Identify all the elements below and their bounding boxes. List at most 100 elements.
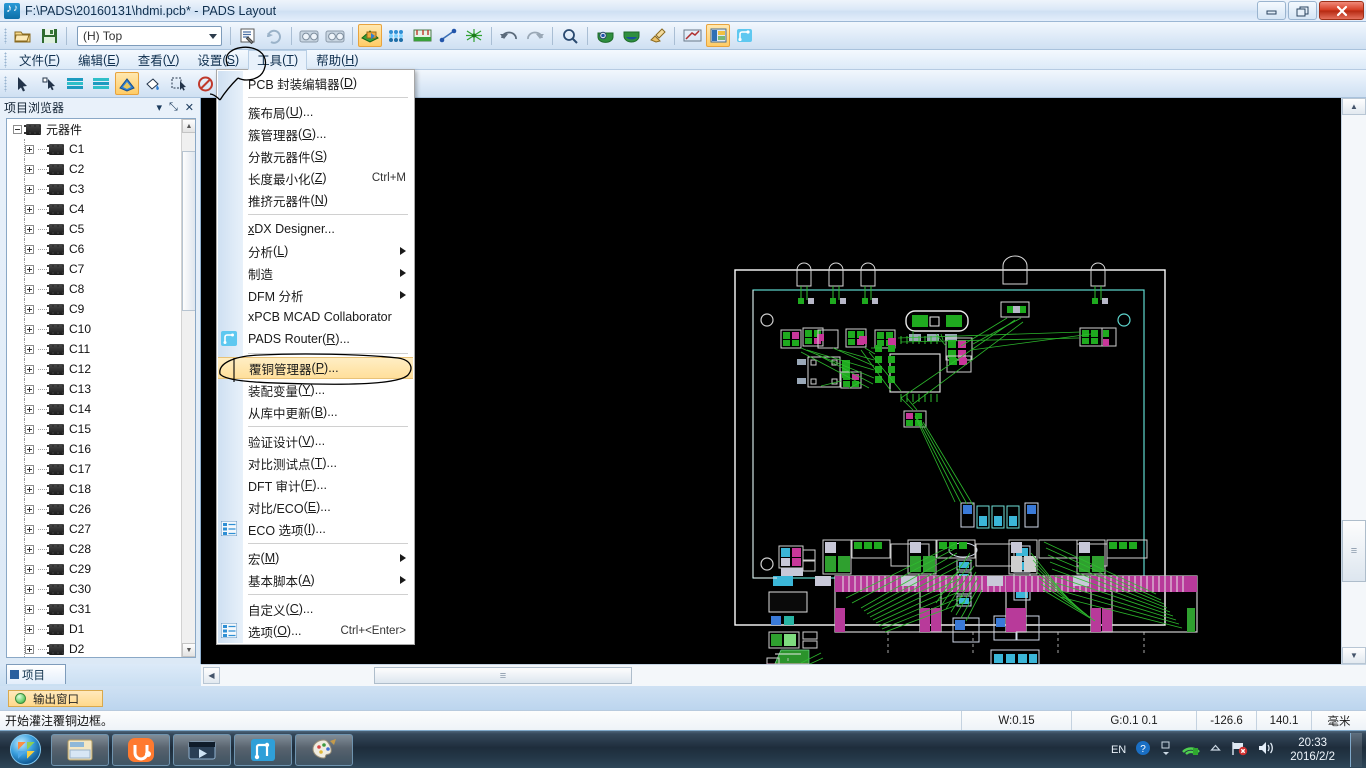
tree-item-c31[interactable]: C31 xyxy=(7,599,195,619)
tree-item-c4[interactable]: C4 xyxy=(7,199,195,219)
tree-item-c18[interactable]: C18 xyxy=(7,479,195,499)
tree-item-c29[interactable]: C29 xyxy=(7,559,195,579)
taskbar-clock[interactable]: 20:33 2016/2/2 xyxy=(1284,736,1341,764)
taskbar-paint[interactable] xyxy=(295,733,353,766)
expand-icon[interactable] xyxy=(25,364,34,374)
flood-fill-icon[interactable] xyxy=(141,72,165,95)
menu-item-item-17[interactable]: 从库中更新 (B)... xyxy=(217,401,414,423)
menu-item-dft[interactable]: DFT 审计 (F)... xyxy=(217,474,414,496)
expand-icon[interactable] xyxy=(25,484,34,494)
menu-help[interactable]: 帮助(H) xyxy=(307,50,367,69)
start-button[interactable] xyxy=(2,733,48,767)
menu-item-item-2[interactable]: 簇布局 (U)... xyxy=(217,101,414,123)
photo-plot-icon[interactable] xyxy=(297,24,321,47)
chevron-down-icon[interactable]: ▾ xyxy=(156,101,162,114)
close-button[interactable] xyxy=(1319,1,1364,20)
tools-dropdown-menu[interactable]: PCB 封装编辑器 (D) 簇布局 (U)... 簇管理器 (G)... 分散元器件 (S) 长… xyxy=(216,69,415,645)
volume-icon[interactable] xyxy=(1257,740,1275,759)
select-arrow-icon[interactable] xyxy=(11,72,35,95)
expand-icon[interactable] xyxy=(25,444,34,454)
menu-item-item-6[interactable]: 推挤元器件 (N) xyxy=(217,189,414,211)
save-file-icon[interactable] xyxy=(37,24,61,47)
taskbar-uc-browser[interactable] xyxy=(112,733,170,766)
undo-icon[interactable] xyxy=(497,24,521,47)
menu-item-item-26[interactable]: 基本脚本 (A) xyxy=(217,569,414,591)
menu-view[interactable]: 查看(V) xyxy=(129,50,189,69)
expand-icon[interactable] xyxy=(25,644,34,654)
highlight-brush-icon[interactable] xyxy=(645,24,669,47)
tree-item-c28[interactable]: C28 xyxy=(7,539,195,559)
menubar-grip[interactable] xyxy=(4,51,7,68)
action-center-icon[interactable] xyxy=(1230,740,1248,759)
scroll-left-button[interactable]: ◀ xyxy=(203,667,220,684)
expand-icon[interactable] xyxy=(25,144,34,154)
menu-setup[interactable]: 设置(S) xyxy=(188,50,248,69)
tree-item-c30[interactable]: C30 xyxy=(7,579,195,599)
expand-icon[interactable] xyxy=(25,204,34,214)
tree-item-c26[interactable]: C26 xyxy=(7,499,195,519)
tree-item-d2[interactable]: D2 xyxy=(7,639,195,657)
expand-icon[interactable] xyxy=(25,544,34,554)
scroll-up-button[interactable]: ▲ xyxy=(1342,98,1366,115)
help-icon[interactable]: ? xyxy=(1135,740,1151,759)
expand-icon[interactable] xyxy=(25,624,34,634)
menu-file[interactable]: 文件(F) xyxy=(10,50,69,69)
tree-item-c7[interactable]: C7 xyxy=(7,259,195,279)
menu-item-item-25[interactable]: 宏 (M) xyxy=(217,547,414,569)
menu-item-item-20[interactable]: 对比测试点 (T)... xyxy=(217,452,414,474)
menu-edit[interactable]: 编辑(E) xyxy=(69,50,129,69)
layer-select-combo[interactable]: (H) Top xyxy=(77,25,222,46)
sweep-icon[interactable] xyxy=(680,24,704,47)
tree-item-c16[interactable]: C16 xyxy=(7,439,195,459)
menu-item-pads-router[interactable]: PADS Router (R)... xyxy=(217,328,414,350)
menu-item-item-10[interactable]: 制造 xyxy=(217,262,414,284)
menu-item-xpcb-mcad-collaborator[interactable]: xPCB MCAD Collaborator xyxy=(217,306,414,328)
close-icon[interactable]: ✕ xyxy=(185,101,194,114)
tab-output-window[interactable]: 输出窗口 xyxy=(8,690,103,707)
menu-item-item-4[interactable]: 分散元器件 (S) xyxy=(217,145,414,167)
canvas-horizontal-scrollbar[interactable]: ◀ xyxy=(201,664,1366,686)
taskbar-pads-layout[interactable] xyxy=(234,733,292,766)
menu-item-item-28[interactable]: 自定义 (C)... xyxy=(217,598,414,620)
search-icon[interactable] xyxy=(558,24,582,47)
open-file-icon[interactable] xyxy=(11,24,35,47)
tree-item-c5[interactable]: C5 xyxy=(7,219,195,239)
menu-item-item-3[interactable]: 簇管理器 (G)... xyxy=(217,123,414,145)
expand-icon[interactable] xyxy=(25,424,34,434)
menu-item-dfm[interactable]: DFM 分析 xyxy=(217,284,414,306)
tree-item-c1[interactable]: C1 xyxy=(7,139,195,159)
pads-router-icon[interactable] xyxy=(732,24,756,47)
tree-item-c10[interactable]: C10 xyxy=(7,319,195,339)
vertical-scroll-thumb[interactable] xyxy=(1342,520,1366,582)
expand-icon[interactable] xyxy=(25,324,34,334)
tab-project[interactable]: 项目 xyxy=(6,664,66,684)
expand-icon[interactable] xyxy=(25,304,34,314)
tree-item-c8[interactable]: C8 xyxy=(7,279,195,299)
zoom-in-icon[interactable] xyxy=(593,24,617,47)
scroll-down-button[interactable]: ▼ xyxy=(1342,647,1366,664)
toolbar-grip[interactable] xyxy=(4,27,7,44)
tree-item-c13[interactable]: C13 xyxy=(7,379,195,399)
menu-item-item-29[interactable]: 选项 (O)... Ctrl+<Enter> xyxy=(217,620,414,642)
tree-scroll-thumb[interactable] xyxy=(182,151,195,311)
display-colors-icon[interactable] xyxy=(706,24,730,47)
expand-icon[interactable] xyxy=(25,224,34,234)
fanout-icon[interactable] xyxy=(462,24,486,47)
taskbar-file-explorer[interactable] xyxy=(51,733,109,766)
tree-item-c12[interactable]: C12 xyxy=(7,359,195,379)
expand-icon[interactable] xyxy=(25,524,34,534)
zoom-fit-icon[interactable] xyxy=(619,24,643,47)
expand-icon[interactable] xyxy=(25,504,34,514)
tree-item-c14[interactable]: C14 xyxy=(7,399,195,419)
tree-scroll-down-button[interactable]: ▼ xyxy=(182,643,195,657)
network-icon[interactable] xyxy=(1181,740,1201,759)
expand-icon[interactable] xyxy=(25,384,34,394)
layer-display-icon[interactable] xyxy=(63,72,87,95)
tree-item-c9[interactable]: C9 xyxy=(7,299,195,319)
menu-item-item-15[interactable]: 覆铜管理器 (P)... xyxy=(218,357,413,379)
tree-item-d1[interactable]: D1 xyxy=(7,619,195,639)
tree-item-c3[interactable]: C3 xyxy=(7,179,195,199)
tree-item-c6[interactable]: C6 xyxy=(7,239,195,259)
photo-plot-alt-icon[interactable] xyxy=(323,24,347,47)
plane-layers-icon[interactable] xyxy=(358,24,382,47)
